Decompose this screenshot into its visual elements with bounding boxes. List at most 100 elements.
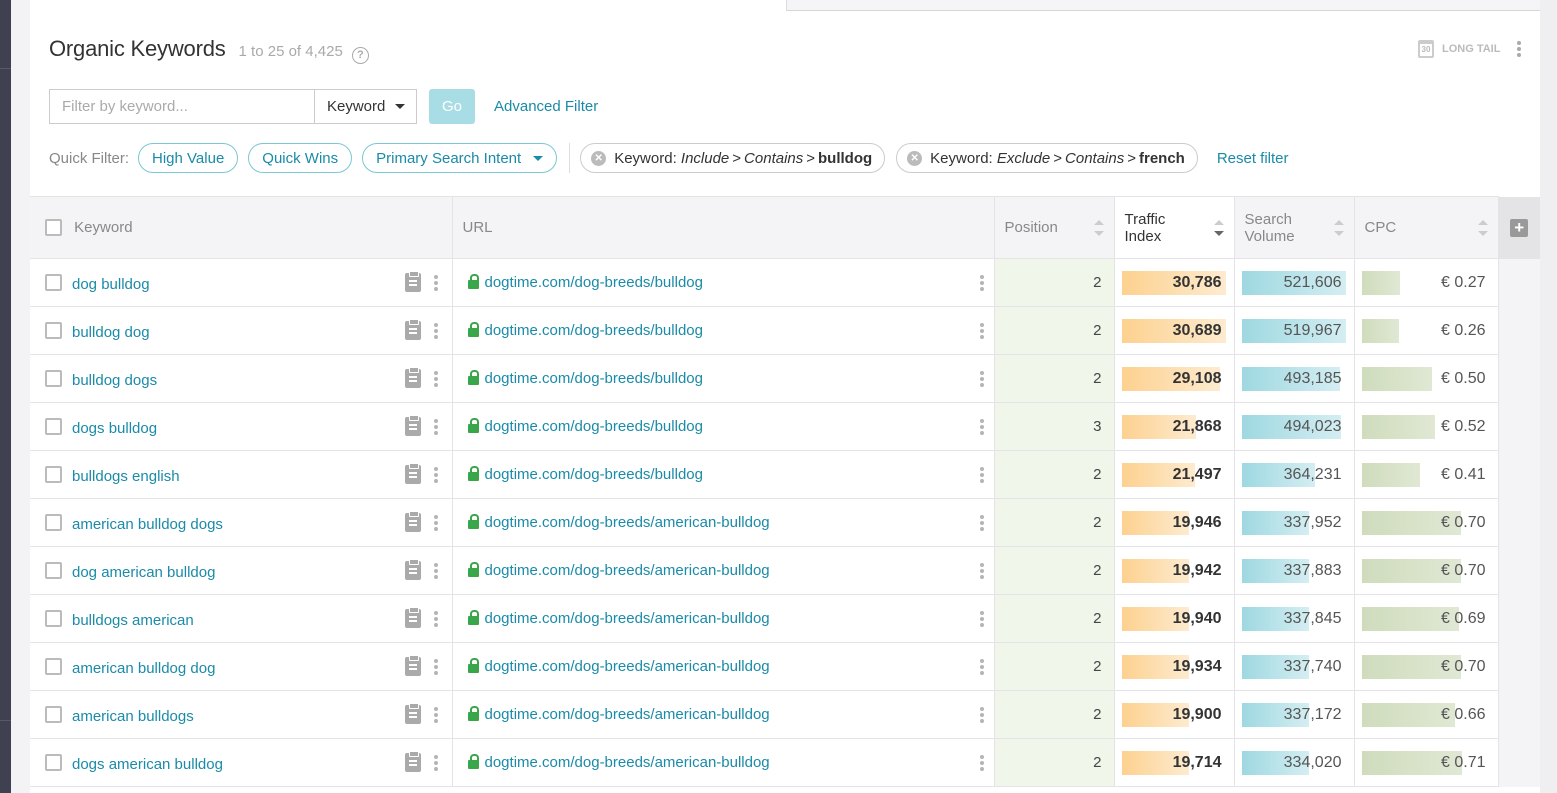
row-checkbox[interactable] (45, 610, 62, 627)
clipboard-icon[interactable] (404, 559, 421, 580)
url-menu-kebab-icon[interactable] (979, 466, 984, 483)
right-scroll-gutter[interactable] (1540, 0, 1557, 793)
url-menu-kebab-icon[interactable] (979, 274, 984, 291)
advanced-filter-link[interactable]: Advanced Filter (494, 98, 598, 115)
pill-label: Quick Wins (262, 149, 339, 167)
keyword-cell: dogs bulldog (30, 402, 453, 451)
panel-menu-kebab-icon[interactable] (1517, 41, 1521, 57)
row-checkbox[interactable] (45, 658, 62, 675)
clipboard-icon[interactable] (404, 511, 421, 532)
row-menu-kebab-icon[interactable] (433, 370, 438, 387)
url-menu-kebab-icon[interactable] (979, 562, 984, 579)
keyword-link[interactable]: dogs american bulldog (72, 756, 405, 773)
row-checkbox[interactable] (45, 418, 62, 435)
keyword-link[interactable]: bulldogs english (72, 468, 405, 485)
url-link[interactable]: dogtime.com/dog-breeds/bulldog (485, 418, 980, 435)
keyword-link[interactable]: american bulldog dog (72, 660, 405, 677)
url-menu-kebab-icon[interactable] (979, 610, 984, 627)
url-menu-kebab-icon[interactable] (979, 418, 984, 435)
position-cell: 2 (994, 546, 1115, 595)
url-link[interactable]: dogtime.com/dog-breeds/american-bulldog (485, 658, 980, 675)
row-checkbox[interactable] (45, 370, 62, 387)
remove-filter-icon[interactable]: ✕ (591, 150, 607, 166)
clipboard-icon[interactable] (404, 415, 421, 436)
row-menu-kebab-icon[interactable] (433, 658, 438, 675)
row-checkbox[interactable] (45, 562, 62, 579)
quick-filter-quick-wins[interactable]: Quick Wins (248, 143, 353, 173)
url-link[interactable]: dogtime.com/dog-breeds/american-bulldog (485, 754, 980, 771)
row-checkbox[interactable] (45, 274, 62, 291)
url-link[interactable]: dogtime.com/dog-breeds/bulldog (485, 274, 980, 291)
sort-icon[interactable] (1333, 219, 1344, 236)
select-all-checkbox[interactable] (45, 219, 62, 237)
col-label: Keyword (74, 218, 133, 236)
filter-field-select[interactable]: Keyword (314, 89, 417, 124)
url-menu-kebab-icon[interactable] (979, 658, 984, 675)
url-menu-kebab-icon[interactable] (979, 514, 984, 531)
quick-filter-high-value[interactable]: High Value (138, 143, 239, 173)
row-checkbox[interactable] (45, 754, 62, 771)
row-menu-kebab-icon[interactable] (433, 754, 438, 771)
remove-filter-icon[interactable]: ✕ (907, 150, 923, 166)
keywords-table: Keyword URL Position Traffic Index Search… (30, 196, 1540, 787)
row-checkbox[interactable] (45, 514, 62, 531)
quick-filter-search-intent[interactable]: Primary Search Intent (362, 143, 558, 173)
sort-desc-icon[interactable] (1213, 219, 1224, 236)
url-link[interactable]: dogtime.com/dog-breeds/bulldog (485, 370, 980, 387)
url-link[interactable]: dogtime.com/dog-breeds/american-bulldog (485, 706, 980, 723)
keyword-link[interactable]: american bulldogs (72, 708, 405, 725)
question-circle-icon[interactable]: ? (351, 47, 369, 64)
keyword-link[interactable]: dogs bulldog (72, 420, 405, 437)
col-header-position[interactable]: Position (994, 196, 1115, 259)
clipboard-icon[interactable] (404, 271, 421, 292)
row-menu-kebab-icon[interactable] (433, 610, 438, 627)
filter-keyword-input[interactable] (49, 89, 314, 124)
keyword-link[interactable]: dog american bulldog (72, 564, 405, 581)
add-column-plus-icon[interactable]: + (1510, 218, 1529, 237)
keyword-link[interactable]: bulldogs american (72, 612, 405, 629)
clipboard-icon[interactable] (404, 367, 421, 388)
sort-icon[interactable] (1093, 219, 1104, 236)
row-checkbox[interactable] (45, 322, 62, 339)
go-button[interactable]: Go (429, 89, 475, 124)
url-menu-kebab-icon[interactable] (979, 706, 984, 723)
clipboard-icon[interactable] (404, 703, 421, 724)
row-menu-kebab-icon[interactable] (433, 562, 438, 579)
url-menu-kebab-icon[interactable] (979, 754, 984, 771)
row-checkbox[interactable] (45, 706, 62, 723)
url-cell: dogtime.com/dog-breeds/bulldog (452, 450, 995, 499)
cpc-cell: € 0.66 (1354, 690, 1499, 739)
row-menu-kebab-icon[interactable] (433, 466, 438, 483)
url-link[interactable]: dogtime.com/dog-breeds/bulldog (485, 322, 980, 339)
clipboard-icon[interactable] (404, 751, 421, 772)
clipboard-icon[interactable] (404, 655, 421, 676)
keyword-link[interactable]: bulldog dogs (72, 372, 405, 389)
col-header-cpc[interactable]: CPC (1354, 196, 1499, 259)
reset-filter-link[interactable]: Reset filter (1217, 150, 1289, 167)
sort-icon[interactable] (1477, 219, 1488, 236)
traffic-index-value: 30,786 (1172, 274, 1222, 291)
clipboard-icon[interactable] (404, 463, 421, 484)
row-checkbox[interactable] (45, 466, 62, 483)
long-tail-toggle[interactable]: 30 LONG TAIL (1418, 40, 1500, 58)
row-menu-kebab-icon[interactable] (433, 322, 438, 339)
url-menu-kebab-icon[interactable] (979, 370, 984, 387)
clipboard-icon[interactable] (404, 607, 421, 628)
row-menu-kebab-icon[interactable] (433, 274, 438, 291)
col-header-search-volume[interactable]: Search Volume (1234, 196, 1355, 259)
keyword-link[interactable]: dog bulldog (72, 276, 405, 293)
url-link[interactable]: dogtime.com/dog-breeds/american-bulldog (485, 610, 980, 627)
url-link[interactable]: dogtime.com/dog-breeds/american-bulldog (485, 562, 980, 579)
cpc-bar (1361, 319, 1399, 343)
url-link[interactable]: dogtime.com/dog-breeds/bulldog (485, 466, 980, 483)
row-menu-kebab-icon[interactable] (433, 706, 438, 723)
row-menu-kebab-icon[interactable] (433, 514, 438, 531)
url-menu-kebab-icon[interactable] (979, 322, 984, 339)
keyword-link[interactable]: american bulldog dogs (72, 516, 405, 533)
url-link[interactable]: dogtime.com/dog-breeds/american-bulldog (485, 514, 980, 531)
clipboard-icon[interactable] (404, 319, 421, 340)
col-header-traffic-index[interactable]: Traffic Index (1114, 196, 1235, 259)
chevron-down-icon (533, 155, 544, 161)
keyword-link[interactable]: bulldog dog (72, 324, 405, 341)
row-menu-kebab-icon[interactable] (433, 418, 438, 435)
